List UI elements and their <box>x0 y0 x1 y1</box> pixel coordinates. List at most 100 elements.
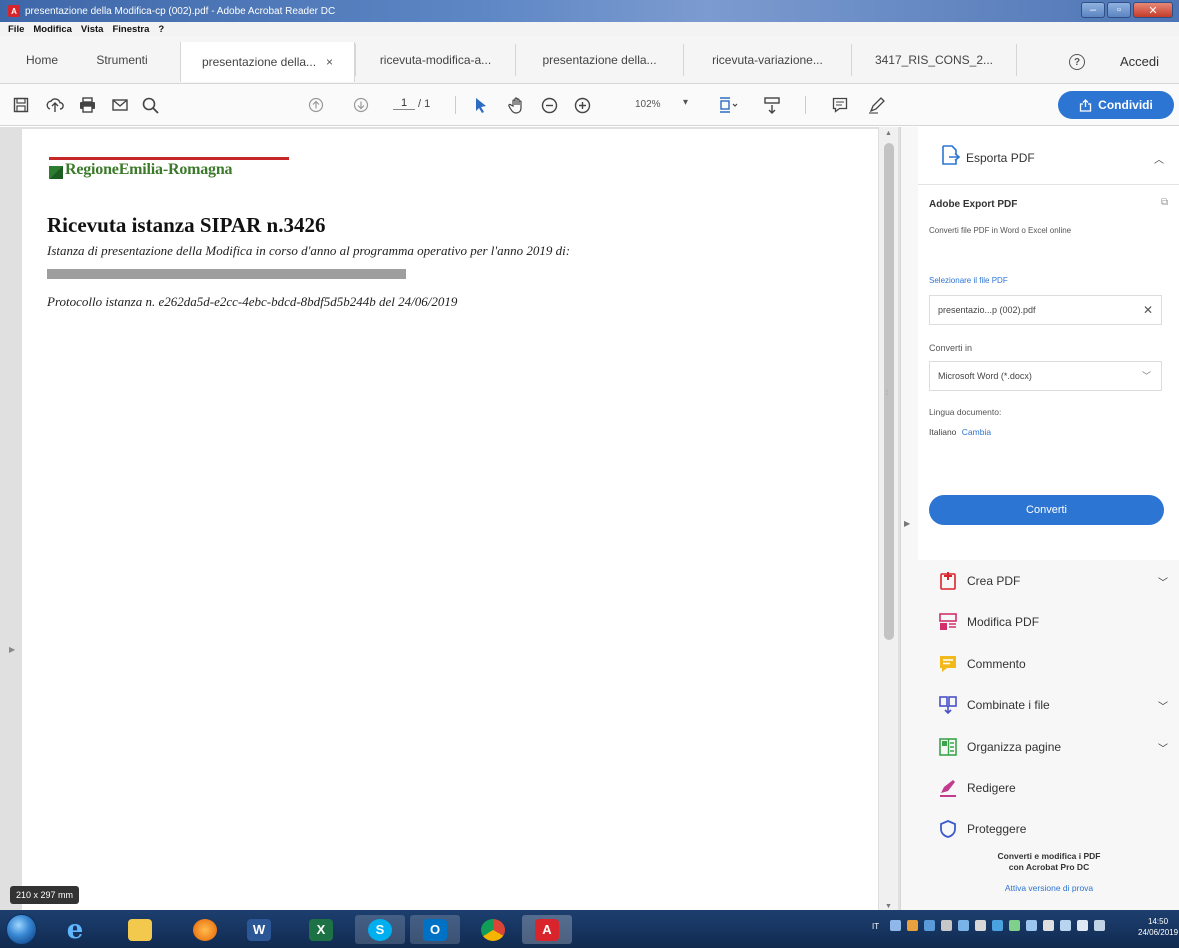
zoom-in-icon[interactable] <box>574 95 591 115</box>
tab-doc-1[interactable]: presentazione della... × <box>180 42 355 82</box>
page-up-icon[interactable] <box>308 95 324 115</box>
tool-create-pdf[interactable]: Crea PDF ﹀ <box>918 560 1179 600</box>
scroll-up-icon[interactable]: ▲ <box>885 130 892 137</box>
tab-doc-5[interactable]: 3417_RIS_CONS_2... <box>851 44 1017 76</box>
document-scrollbar[interactable]: ▲ ⁞ ▼ <box>878 127 898 910</box>
combine-files-icon <box>939 696 957 714</box>
document-protocol: Protocollo istanza n. e262da5d-e2cc-4ebc… <box>47 294 458 309</box>
file-explorer-icon[interactable] <box>115 915 165 944</box>
upload-icon[interactable] <box>46 95 64 115</box>
tab-doc-4[interactable]: ricevuta-variazione... <box>683 44 851 76</box>
tool-edit-pdf[interactable]: Modifica PDF <box>918 601 1179 641</box>
zoom-level[interactable]: 102% <box>635 99 661 110</box>
comment-icon <box>940 656 956 672</box>
tool-organize-pages[interactable]: Organizza pagine ﹀ <box>918 726 1179 766</box>
tab-doc-3[interactable]: presentazione della... <box>515 44 683 76</box>
tab-doc-2[interactable]: ricevuta-modifica-a... <box>355 44 515 76</box>
right-panel-toggle[interactable]: ▶ <box>904 519 910 528</box>
main-toolbar: 1 / 1 102% ▾ Condividi <box>0 84 1179 126</box>
comment-icon[interactable] <box>832 95 848 115</box>
chevron-up-icon[interactable]: ︿ <box>1154 151 1164 166</box>
zoom-out-icon[interactable] <box>541 95 558 115</box>
chevron-down-icon[interactable]: ﹀ <box>1158 574 1168 589</box>
select-tool-icon[interactable] <box>474 95 488 115</box>
tray-icon[interactable] <box>1043 920 1054 931</box>
tray-icon[interactable] <box>890 920 901 931</box>
internet-explorer-icon[interactable]: e <box>50 915 100 945</box>
acrobat-icon[interactable]: A <box>522 915 572 944</box>
tab-doc-2-label: ricevuta-modifica-a... <box>379 53 492 67</box>
tray-icon[interactable] <box>992 920 1003 931</box>
export-pdf-icon <box>942 145 960 165</box>
word-icon[interactable]: W <box>234 915 284 944</box>
tray-icon[interactable] <box>1094 920 1105 931</box>
pen-icon[interactable] <box>868 95 886 115</box>
menu-help[interactable]: ? <box>158 24 164 35</box>
start-button[interactable] <box>6 914 37 945</box>
menu-vista[interactable]: Vista <box>81 24 104 35</box>
tab-tools[interactable]: Strumenti <box>80 44 164 76</box>
menu-modifica[interactable]: Modifica <box>33 24 72 35</box>
clear-file-icon[interactable]: ✕ <box>1143 303 1153 317</box>
firefox-icon[interactable] <box>180 915 230 944</box>
tray-icon[interactable] <box>1060 920 1071 931</box>
tray-icon[interactable] <box>907 920 918 931</box>
fit-page-icon[interactable] <box>718 95 740 115</box>
menu-file[interactable]: File <box>8 24 24 35</box>
tray-icon[interactable] <box>941 920 952 931</box>
document-title: Ricevuta istanza SIPAR n.3426 <box>47 213 326 237</box>
save-icon[interactable] <box>13 95 29 115</box>
page-down-icon[interactable] <box>353 95 369 115</box>
chevron-down-icon[interactable]: ﹀ <box>1158 698 1168 713</box>
language-indicator[interactable]: IT <box>872 922 879 931</box>
start-trial-link[interactable]: Attiva versione di prova <box>918 883 1179 893</box>
maximize-button[interactable]: ▫ <box>1107 2 1131 18</box>
scroll-mode-icon[interactable] <box>764 95 780 115</box>
tray-icon[interactable] <box>1077 920 1088 931</box>
tool-combine-files[interactable]: Combinate i file ﹀ <box>918 684 1179 724</box>
page-number-input[interactable]: 1 <box>393 97 415 110</box>
redact-icon <box>940 780 956 797</box>
convert-button[interactable]: Converti <box>929 495 1164 525</box>
help-icon[interactable]: ? <box>1069 54 1085 70</box>
tray-icon[interactable] <box>958 920 969 931</box>
tool-redact[interactable]: Redigere <box>918 767 1179 807</box>
change-language-link[interactable]: Cambia <box>962 427 991 437</box>
language-row: Italiano Cambia <box>929 427 991 437</box>
tray-icon[interactable] <box>975 920 986 931</box>
system-clock[interactable]: 14:50 24/06/2019 <box>1138 916 1178 938</box>
convert-format-select[interactable]: Microsoft Word (*.docx) ﹀ <box>929 361 1162 391</box>
print-icon[interactable] <box>79 95 96 115</box>
panel-splitter-icon[interactable]: ⁞ <box>886 390 888 397</box>
left-panel-toggle[interactable]: ▶ <box>9 645 15 654</box>
skype-icon[interactable]: S <box>355 915 405 944</box>
tool-label: Commento <box>967 657 1026 671</box>
tray-icon[interactable] <box>1009 920 1020 931</box>
close-tab-icon[interactable]: × <box>326 55 333 69</box>
organize-pages-icon <box>939 738 957 756</box>
close-window-button[interactable]: ✕ <box>1133 2 1173 18</box>
scroll-down-icon[interactable]: ▼ <box>885 903 892 910</box>
select-file-link[interactable]: Selezionare il file PDF <box>929 276 1008 285</box>
tool-label: Combinate i file <box>967 698 1050 712</box>
chevron-down-icon[interactable]: ▾ <box>683 97 688 108</box>
chrome-icon[interactable] <box>468 915 518 944</box>
share-button[interactable]: Condividi <box>1058 91 1174 119</box>
outlook-icon[interactable]: O <box>410 915 460 944</box>
chevron-down-icon: ﹀ <box>1141 371 1151 381</box>
export-pdf-header[interactable]: Esporta PDF ︿ <box>918 127 1179 185</box>
sign-in-link[interactable]: Accedi <box>1120 54 1159 69</box>
email-icon[interactable] <box>112 95 128 115</box>
hand-tool-icon[interactable] <box>508 95 526 115</box>
minimize-button[interactable]: – <box>1081 2 1105 18</box>
chevron-down-icon[interactable]: ﹀ <box>1158 740 1168 755</box>
selected-file-field[interactable]: presentazio...p (002).pdf ✕ <box>929 295 1162 325</box>
excel-icon[interactable]: X <box>296 915 346 944</box>
tray-icon[interactable] <box>1026 920 1037 931</box>
tab-home[interactable]: Home <box>12 44 72 76</box>
tray-icon[interactable] <box>924 920 935 931</box>
search-icon[interactable] <box>142 95 159 115</box>
tool-comment[interactable]: Commento <box>918 643 1179 683</box>
copy-icon[interactable]: ⧉ <box>1161 197 1168 208</box>
menu-finestra[interactable]: Finestra <box>112 24 149 35</box>
